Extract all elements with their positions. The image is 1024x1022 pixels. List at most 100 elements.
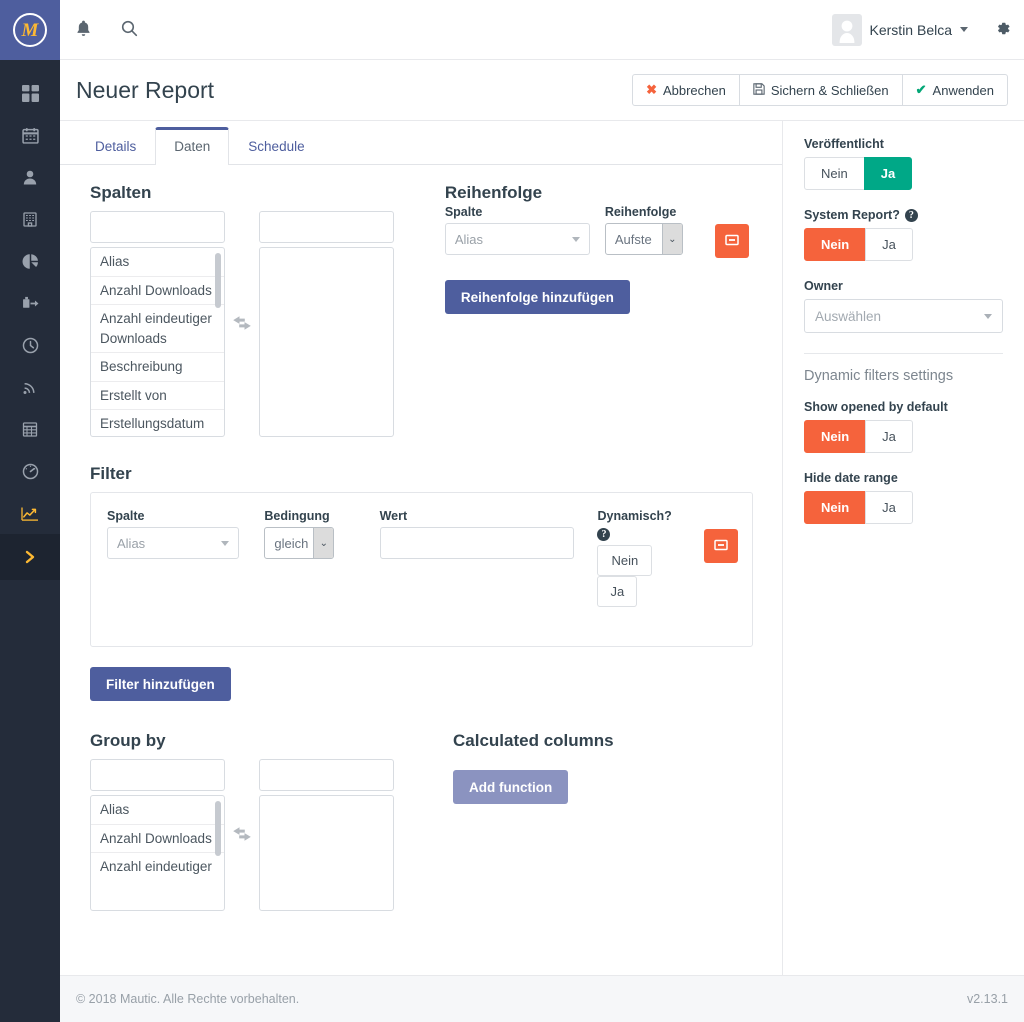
owner-label-text: Owner bbox=[804, 279, 843, 293]
save-icon bbox=[753, 82, 765, 98]
segments-icon bbox=[22, 253, 39, 270]
contacts-icon bbox=[22, 169, 38, 186]
sidebar-item-calendar[interactable] bbox=[0, 114, 60, 156]
published-yes-button[interactable]: Ja bbox=[863, 157, 913, 190]
add-order-button[interactable]: Reihenfolge hinzufügen bbox=[444, 280, 630, 314]
mautic-logo-icon: M bbox=[13, 13, 47, 47]
hide-date-range-yes-button[interactable]: Ja bbox=[865, 491, 913, 524]
list-item[interactable]: Erstellungsdatum bbox=[91, 410, 224, 436]
add-function-button[interactable]: Add function bbox=[453, 770, 569, 804]
order-column-value: Alias bbox=[454, 231, 484, 247]
exchange-arrows-icon bbox=[232, 826, 252, 845]
system-report-label-text: System Report? bbox=[804, 208, 900, 222]
hide-date-range-label-text: Hide date range bbox=[804, 471, 898, 485]
tab-schedule[interactable]: Schedule bbox=[229, 127, 323, 165]
save-and-close-button[interactable]: Sichern & Schließen bbox=[738, 74, 903, 106]
sidebar-item-contacts[interactable] bbox=[0, 156, 60, 198]
system-report-no-button[interactable]: Nein bbox=[804, 228, 867, 261]
list-item[interactable]: Anzahl Downloads bbox=[91, 825, 224, 854]
published-no-button[interactable]: Nein bbox=[804, 157, 865, 190]
tab-details[interactable]: Details bbox=[76, 127, 155, 165]
user-menu[interactable]: Kerstin Belca bbox=[831, 13, 980, 46]
columns-available-list[interactable]: Alias Anzahl Downloads Anzahl eindeutige… bbox=[90, 247, 225, 437]
order-direction-label: Reihenfolge bbox=[604, 205, 677, 219]
filter-remove-group bbox=[704, 509, 738, 628]
apply-button[interactable]: ✔ Anwenden bbox=[901, 74, 1008, 106]
exchange-arrows-icon bbox=[232, 315, 252, 334]
sidebar-item-companies[interactable] bbox=[0, 198, 60, 240]
version-label: v2.13.1 bbox=[966, 992, 1008, 1006]
columns-section-title: Spalten bbox=[90, 183, 152, 202]
filter-column-select[interactable]: Alias bbox=[107, 527, 239, 559]
groupby-available-col: Alias Anzahl Downloads Anzahl eindeutige… bbox=[90, 759, 225, 911]
filter-remove-button[interactable] bbox=[704, 529, 738, 563]
owner-label: Owner bbox=[804, 279, 1003, 293]
chevron-down-icon bbox=[571, 237, 580, 242]
campaigns-icon bbox=[22, 295, 39, 312]
columns-dual-list: Alias Anzahl Downloads Anzahl eindeutige… bbox=[90, 211, 442, 437]
app-logo[interactable]: M bbox=[0, 0, 60, 60]
order-direction-select[interactable]: Aufste ⌄ bbox=[604, 223, 683, 255]
list-item[interactable]: Alias bbox=[91, 248, 224, 277]
add-filter-button[interactable]: Filter hinzufügen bbox=[90, 667, 231, 701]
show-opened-no-button[interactable]: Nein bbox=[804, 420, 867, 453]
groupby-selected-list[interactable] bbox=[259, 795, 394, 911]
sidebar-item-segments[interactable] bbox=[0, 240, 60, 282]
filter-condition-select[interactable]: gleich ⌄ bbox=[264, 527, 335, 559]
notifications-button[interactable] bbox=[60, 0, 106, 60]
columns-swap-control[interactable] bbox=[225, 315, 259, 334]
sidebar-expand-toggle[interactable] bbox=[0, 534, 60, 580]
filter-value-input[interactable] bbox=[379, 527, 574, 559]
order-column-select[interactable]: Alias bbox=[444, 223, 590, 255]
filter-dynamic-yes-button[interactable]: Ja bbox=[597, 576, 638, 607]
sidebar-item-dashboard[interactable] bbox=[0, 72, 60, 114]
list-item[interactable]: Anzahl Downloads bbox=[91, 277, 224, 306]
groupby-swap-control[interactable] bbox=[225, 826, 259, 845]
list-item[interactable]: Anzahl eindeutiger bbox=[91, 853, 224, 881]
list-item[interactable]: Anzahl eindeutiger Downloads bbox=[91, 305, 224, 354]
avatar bbox=[831, 13, 862, 46]
groupby-section: Group by Alias Anzahl Downloads Anzahl e… bbox=[90, 731, 450, 911]
filter-condition-value: gleich bbox=[274, 535, 309, 551]
reports-icon bbox=[21, 505, 39, 522]
filter-dynamic-no-button[interactable]: Nein bbox=[597, 545, 653, 576]
page-footer: © 2018 Mautic. Alle Rechte vorbehalten. … bbox=[60, 975, 1024, 1022]
order-remove-button[interactable] bbox=[714, 224, 749, 258]
groupby-available-list[interactable]: Alias Anzahl Downloads Anzahl eindeutige… bbox=[90, 795, 225, 911]
owner-select[interactable]: Auswählen bbox=[804, 299, 1003, 333]
question-mark-icon[interactable]: ? bbox=[597, 528, 611, 541]
sidebar-item-forms[interactable] bbox=[0, 408, 60, 450]
cancel-button-label: Abbrechen bbox=[662, 82, 726, 98]
columns-available-search-input[interactable] bbox=[90, 211, 225, 243]
system-report-label: System Report? ? bbox=[804, 208, 1003, 222]
groupby-selected-search-input[interactable] bbox=[259, 759, 394, 791]
settings-button[interactable] bbox=[980, 0, 1024, 60]
global-search-button[interactable] bbox=[106, 0, 152, 60]
sidebar-item-gauge[interactable] bbox=[0, 450, 60, 492]
tab-daten[interactable]: Daten bbox=[155, 127, 230, 165]
hide-date-range-label: Hide date range bbox=[804, 471, 1003, 485]
columns-selected-search-input[interactable] bbox=[259, 211, 394, 243]
cancel-button[interactable]: ✖ Abbrechen bbox=[632, 74, 740, 106]
list-item[interactable]: Alias bbox=[91, 796, 224, 825]
show-opened-toggle: Nein Ja bbox=[804, 420, 1003, 453]
groupby-available-search-input[interactable] bbox=[90, 759, 225, 791]
columns-selected-list[interactable] bbox=[259, 247, 394, 437]
bell-icon bbox=[76, 20, 91, 40]
chevron-down-icon bbox=[221, 541, 229, 546]
list-item[interactable]: Erstellt von bbox=[91, 382, 224, 411]
published-label: Veröffentlicht bbox=[804, 137, 1003, 151]
sidebar-item-stages[interactable] bbox=[0, 366, 60, 408]
system-report-yes-button[interactable]: Ja bbox=[865, 228, 913, 261]
sidebar-item-reports[interactable] bbox=[0, 492, 60, 534]
question-mark-icon[interactable]: ? bbox=[904, 208, 918, 222]
filter-dynamic-label: Dynamisch? bbox=[597, 509, 672, 523]
user-name-label: Kerstin Belca bbox=[869, 21, 952, 38]
calculated-columns-section: Calculated columns Add function bbox=[453, 731, 614, 804]
show-opened-yes-button[interactable]: Ja bbox=[865, 420, 913, 453]
hide-date-range-no-button[interactable]: Nein bbox=[804, 491, 867, 524]
list-item[interactable]: Beschreibung bbox=[91, 353, 224, 382]
sidebar-item-campaigns[interactable] bbox=[0, 282, 60, 324]
sidebar-item-points[interactable] bbox=[0, 324, 60, 366]
chevron-down-icon bbox=[960, 27, 968, 32]
